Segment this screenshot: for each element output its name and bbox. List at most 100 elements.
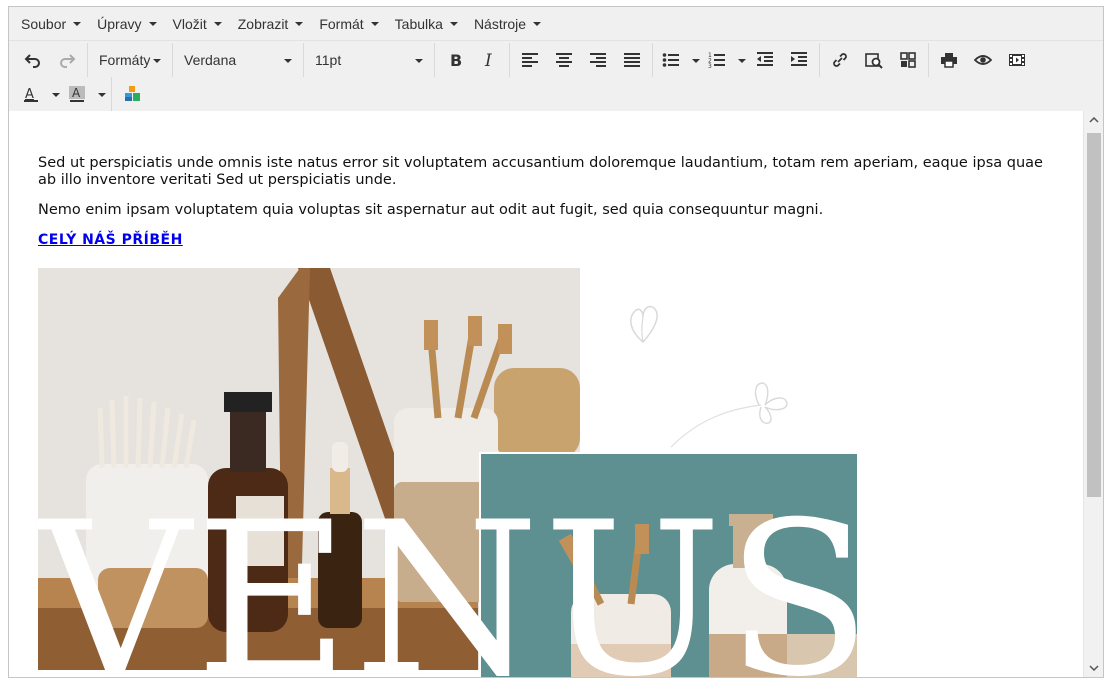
chevron-up-icon: [1089, 117, 1099, 123]
menu-nastroje-label: Nástroje: [473, 15, 527, 32]
svg-text:3: 3: [708, 63, 712, 69]
numbered-list-icon: 123: [708, 52, 725, 69]
media-icon: [1009, 54, 1025, 66]
menubar: Soubor Úpravy Vložit Zobrazit Formát Tab…: [9, 7, 1103, 41]
menu-zobrazit-label: Zobrazit: [237, 15, 289, 32]
menu-tabulka[interactable]: Tabulka: [387, 9, 466, 39]
menu-format[interactable]: Formát: [311, 9, 386, 39]
chevron-down-icon: [284, 58, 292, 63]
redo-icon: [60, 54, 76, 68]
align-justify-icon: [624, 53, 640, 67]
indent-button[interactable]: [782, 45, 816, 75]
bold-button[interactable]: B: [438, 45, 472, 75]
text-color-options-button[interactable]: [46, 79, 62, 109]
alignment-group: [509, 43, 652, 77]
link-icon: [833, 53, 847, 67]
hero-banner[interactable]: VENUS: [38, 268, 876, 678]
preview-icon: [974, 55, 992, 65]
story-link[interactable]: CELÝ NÁŠ PŘÍBĚH: [38, 232, 183, 248]
svg-text:A: A: [25, 87, 34, 102]
svg-text:B: B: [450, 51, 462, 69]
menu-upravy-label: Úpravy: [97, 15, 142, 32]
chevron-down-icon: [533, 22, 542, 26]
svg-text:I: I: [484, 51, 492, 69]
menu-nastroje[interactable]: Nástroje: [466, 9, 549, 39]
document-body[interactable]: Sed ut perspiciatis unde omnis iste natu…: [9, 111, 1083, 249]
menu-zobrazit[interactable]: Zobrazit: [230, 9, 312, 39]
chevron-down-icon: [51, 92, 60, 97]
font-family-select[interactable]: Verdana: [176, 45, 300, 75]
insert-group: [819, 43, 928, 77]
toolbar-row-1: Formáty Verdana 11pt B I 1 2 3: [13, 43, 1099, 77]
align-justify-button[interactable]: [615, 45, 649, 75]
chevron-down-icon: [153, 58, 162, 63]
hero-title: VENUS: [38, 476, 876, 678]
chevron-down-icon: [415, 58, 423, 63]
menu-vlozit[interactable]: Vložit: [165, 9, 230, 39]
chevron-down-icon: [97, 92, 106, 97]
align-right-button[interactable]: [581, 45, 615, 75]
numbered-list-button[interactable]: 123: [702, 45, 732, 75]
menu-upravy[interactable]: Úpravy: [89, 9, 164, 39]
outdent-button[interactable]: [748, 45, 782, 75]
scroll-up-button[interactable]: [1084, 111, 1103, 129]
color-group: A A: [13, 77, 111, 111]
numbered-list-options-button[interactable]: [732, 45, 748, 75]
bullet-list-options-button[interactable]: [686, 45, 702, 75]
background-color-options-button[interactable]: [92, 79, 108, 109]
bullet-list-button[interactable]: [656, 45, 686, 75]
font-family-group: Verdana: [172, 43, 303, 77]
vertical-scrollbar[interactable]: [1083, 111, 1103, 677]
align-left-button[interactable]: [513, 45, 547, 75]
bullet-list-icon: [662, 53, 679, 67]
italic-icon: I: [484, 51, 492, 69]
view-group: [928, 43, 1037, 77]
align-left-icon: [522, 53, 538, 67]
undo-button[interactable]: [16, 45, 50, 75]
paragraph-1[interactable]: Sed ut perspiciatis unde omnis iste natu…: [38, 155, 1063, 189]
template-button[interactable]: [891, 45, 925, 75]
outdent-icon: [757, 52, 773, 66]
link-button[interactable]: [823, 45, 857, 75]
blocks-button[interactable]: [115, 79, 149, 109]
font-size-select[interactable]: 11pt: [307, 45, 431, 75]
indent-icon: [791, 52, 807, 66]
align-right-icon: [590, 53, 606, 67]
chevron-down-icon: [295, 22, 304, 26]
list-group: 123: [652, 43, 819, 77]
template-icon: [900, 52, 916, 68]
redo-button[interactable]: [50, 45, 84, 75]
menu-format-label: Formát: [319, 15, 364, 32]
toolbar: Formáty Verdana 11pt B I 1 2 3 A A: [9, 41, 1103, 114]
scrollbar-thumb[interactable]: [1087, 133, 1101, 497]
italic-button[interactable]: I: [472, 45, 506, 75]
undo-icon: [24, 54, 40, 68]
menu-soubor[interactable]: Soubor: [13, 9, 89, 39]
paragraph-2[interactable]: Nemo enim ipsam voluptatem quia voluptas…: [38, 202, 1063, 219]
font-family-value: Verdana: [184, 52, 237, 68]
text-color-icon: A: [24, 87, 38, 102]
menu-vlozit-label: Vložit: [172, 15, 207, 32]
media-button[interactable]: [1000, 45, 1034, 75]
chevron-down-icon: [691, 58, 700, 63]
font-size-value: 11pt: [315, 52, 342, 68]
chevron-down-icon: [148, 22, 157, 26]
align-center-button[interactable]: [547, 45, 581, 75]
search-replace-icon: [865, 53, 883, 69]
toolbar-row-2: A A: [13, 77, 1099, 111]
editor-content-area[interactable]: Sed ut perspiciatis unde omnis iste natu…: [9, 111, 1083, 677]
history-group: [13, 43, 87, 77]
bold-icon: B: [450, 51, 462, 69]
chevron-down-icon: [449, 22, 458, 26]
scroll-down-button[interactable]: [1084, 659, 1103, 677]
search-replace-button[interactable]: [857, 45, 891, 75]
background-color-button[interactable]: A: [62, 79, 92, 109]
chevron-down-icon: [213, 22, 222, 26]
preview-button[interactable]: [966, 45, 1000, 75]
chevron-down-icon: [73, 22, 82, 26]
formats-dropdown[interactable]: Formáty: [91, 45, 169, 75]
print-button[interactable]: [932, 45, 966, 75]
chevron-down-icon: [370, 22, 379, 26]
text-color-button[interactable]: A: [16, 79, 46, 109]
font-size-group: 11pt: [303, 43, 434, 77]
